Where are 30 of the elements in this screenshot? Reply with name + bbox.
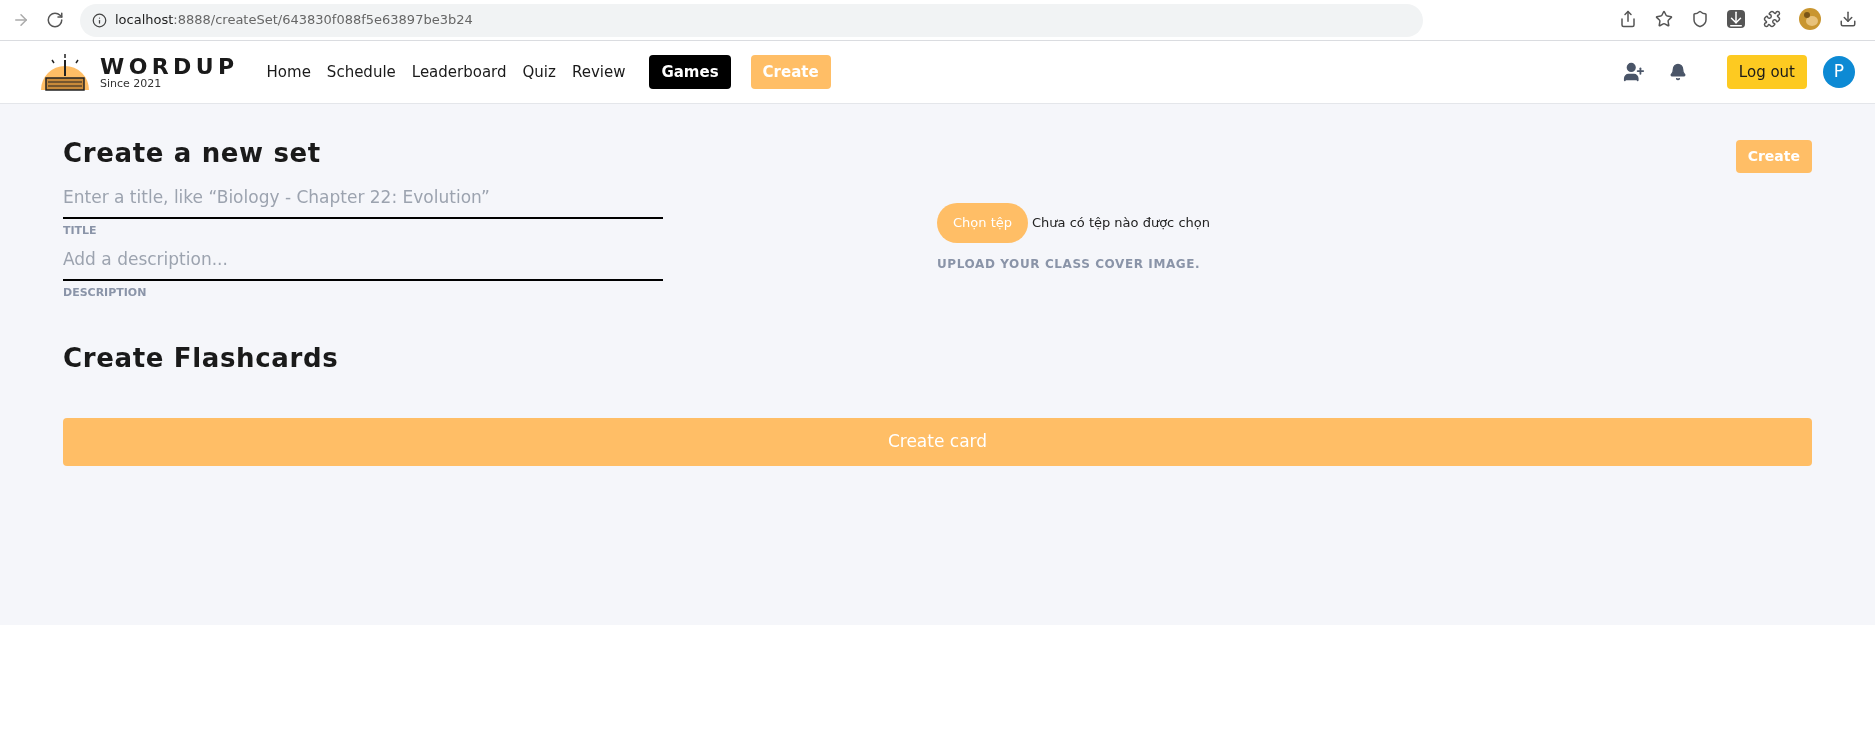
reload-icon[interactable] — [46, 11, 64, 29]
text-field[interactable]: Add a description... — [63, 247, 663, 281]
brand-tagline: Since 2021 — [100, 77, 163, 89]
file-status: Chưa có tệp nào được chọn — [1032, 214, 1210, 232]
star-icon[interactable] — [1655, 10, 1673, 28]
upload-label: UPLOAD YOUR CLASS COVER IMAGE. — [937, 255, 1202, 273]
nav-link[interactable]: Home — [262, 60, 315, 84]
url-text: localhost:8888/createSet/643830f088f5e63897be3b24 — [115, 11, 473, 30]
extensions-icon[interactable] — [1763, 10, 1781, 28]
nav-link[interactable]: Review — [567, 60, 630, 84]
nav-link[interactable]: Leaderboard — [407, 60, 511, 84]
logout-button[interactable]: Log out — [1726, 54, 1807, 90]
nav-link[interactable]: Quiz — [518, 60, 560, 84]
shield-icon[interactable] — [1691, 10, 1709, 28]
field-label: DESCRIPTION — [63, 284, 148, 301]
field-label: TITLE — [63, 222, 98, 239]
add-user-icon[interactable] — [1622, 61, 1645, 83]
section-title: Create Flashcards — [63, 342, 340, 375]
page-title: Create a new set — [63, 137, 321, 170]
share-icon[interactable] — [1619, 10, 1637, 28]
address-bar[interactable]: localhost:8888/createSet/643830f088f5e63897be3b24 — [80, 3, 1423, 37]
bell-icon[interactable] — [1668, 63, 1687, 81]
text-field[interactable]: Enter a title, like “Biology - Chapter 22: Evolution” — [63, 185, 663, 219]
download-icon[interactable] — [1839, 10, 1857, 28]
user-avatar[interactable]: P — [1823, 56, 1855, 88]
info-icon — [92, 12, 107, 28]
brand-name: WORDUP — [100, 55, 239, 78]
nav-link[interactable]: Games — [649, 54, 731, 90]
nav-link[interactable]: Schedule — [322, 60, 400, 84]
download-extension-icon[interactable] — [1727, 10, 1745, 28]
